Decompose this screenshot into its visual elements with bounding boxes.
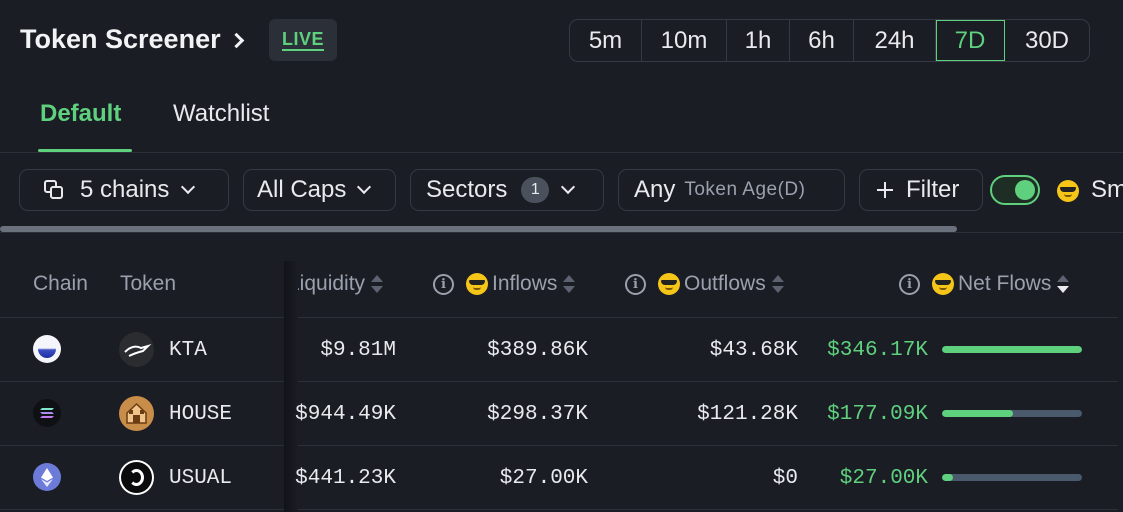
sort-icon <box>563 275 576 293</box>
chevron-down-icon <box>561 179 576 195</box>
token-age-value: Any <box>634 176 676 203</box>
info-icon[interactable]: i <box>899 273 920 295</box>
timeframe-30d[interactable]: 30D <box>1005 20 1089 61</box>
inflows-header-label: Inflows <box>492 272 558 295</box>
net-flows-bar-fill <box>942 474 954 481</box>
outflows-value: $121.28K <box>697 403 798 426</box>
plus-icon <box>877 182 893 198</box>
sort-icon <box>371 275 384 293</box>
tab-default[interactable]: Default <box>40 100 121 128</box>
chevron-down-icon <box>181 179 196 195</box>
net-flows-value: $346.17K <box>827 339 928 362</box>
chains-icon <box>44 180 64 200</box>
net-flows-bar-fill <box>942 410 1014 417</box>
liquidity-value: $441.23K <box>295 467 396 490</box>
chain-ethereum-icon <box>33 463 61 491</box>
chevron-right-icon <box>228 32 244 49</box>
filter-bar: 5 chains All Caps Sectors 1 Any Token Ag… <box>0 153 1123 233</box>
timeframe-7d[interactable]: 7D <box>936 20 1005 61</box>
timeframe-24h[interactable]: 24h <box>854 20 936 61</box>
timeframe-1h[interactable]: 1h <box>727 20 790 61</box>
outflows-header-label: Outflows <box>684 272 766 295</box>
timeframe-selector: 5m 10m 1h 6h 24h 7D 30D <box>569 19 1090 62</box>
tab-watchlist[interactable]: Watchlist <box>173 100 269 128</box>
column-header-chain[interactable]: Chain <box>33 272 88 296</box>
token-usual-icon <box>119 460 154 495</box>
divider <box>0 509 1118 510</box>
column-header-net-flows[interactable]: i Net Flows <box>899 272 1070 296</box>
active-tab-indicator <box>38 149 132 152</box>
net-flows-bar <box>942 474 1082 481</box>
net-flows-bar-fill <box>942 346 1082 353</box>
token-house-icon <box>119 396 154 431</box>
net-flows-bar <box>942 410 1082 417</box>
chains-filter-label: 5 chains <box>80 176 170 203</box>
divider <box>0 381 1118 382</box>
token-symbol[interactable]: KTA <box>169 339 207 362</box>
info-icon[interactable]: i <box>433 273 454 295</box>
add-filter-label: Filter <box>906 176 960 203</box>
liquidity-header-label: Liquidity <box>288 272 366 295</box>
outflows-value: $0 <box>772 467 798 490</box>
inflows-value: $298.37K <box>487 403 588 426</box>
net-flows-header-label: Net Flows <box>958 272 1052 295</box>
caps-filter-label: All Caps <box>257 176 347 203</box>
page-title-text: Token Screener <box>20 24 221 54</box>
net-flows-bar <box>942 346 1082 353</box>
chains-filter-button[interactable]: 5 chains <box>19 169 229 211</box>
token-age-filter[interactable]: Any Token Age(D) <box>618 169 845 211</box>
tab-bar: Default Watchlist <box>0 80 1123 153</box>
column-header-token[interactable]: Token <box>120 272 176 296</box>
caps-filter-button[interactable]: All Caps <box>243 169 396 211</box>
net-flows-value: $27.00K <box>839 467 928 490</box>
sectors-count-badge: 1 <box>521 177 550 203</box>
timeframe-5m[interactable]: 5m <box>570 20 642 61</box>
live-label: LIVE <box>281 28 324 51</box>
token-age-placeholder: Token Age(D) <box>684 179 806 200</box>
toggle-knob <box>1015 180 1035 200</box>
inflows-value: $389.86K <box>487 339 588 362</box>
add-filter-button[interactable]: Filter <box>859 169 983 211</box>
sort-desc-icon <box>1057 275 1070 293</box>
info-icon[interactable]: i <box>625 273 646 295</box>
divider <box>0 232 1123 233</box>
header: Token Screener LIVE 5m 10m 1h 6h 24h 7D … <box>0 0 1123 80</box>
sunglasses-smiley-icon <box>1057 180 1079 202</box>
net-flows-value: $177.09K <box>827 403 928 426</box>
sectors-filter-label: Sectors <box>426 176 508 203</box>
timeframe-6h[interactable]: 6h <box>790 20 854 61</box>
chevron-down-icon <box>357 179 372 195</box>
timeframe-10m[interactable]: 10m <box>642 20 727 61</box>
sunglasses-smiley-icon <box>466 273 488 295</box>
token-kta-icon <box>119 332 154 367</box>
column-header-liquidity[interactable]: Liquidity <box>288 272 384 296</box>
divider <box>0 317 1118 318</box>
divider <box>0 445 1118 446</box>
liquidity-value: $944.49K <box>295 403 396 426</box>
sunglasses-smiley-icon <box>658 273 680 295</box>
token-symbol[interactable]: HOUSE <box>169 403 232 426</box>
smart-money-label: Sm <box>1091 176 1123 203</box>
live-badge: LIVE <box>269 19 337 61</box>
page-title[interactable]: Token Screener <box>20 24 244 55</box>
outflows-value: $43.68K <box>709 339 798 362</box>
sunglasses-smiley-icon <box>932 273 954 295</box>
smart-money-toggle[interactable] <box>990 175 1040 205</box>
chain-solana-icon <box>33 399 61 427</box>
column-header-inflows[interactable]: i Inflows <box>433 272 576 296</box>
token-symbol[interactable]: USUAL <box>169 467 232 490</box>
sectors-filter-button[interactable]: Sectors 1 <box>410 169 604 211</box>
inflows-value: $27.00K <box>499 467 588 490</box>
column-header-outflows[interactable]: i Outflows <box>625 272 784 296</box>
liquidity-value: $9.81M <box>320 339 396 362</box>
chain-solana-variant-icon <box>33 335 61 363</box>
sort-icon <box>771 275 784 293</box>
